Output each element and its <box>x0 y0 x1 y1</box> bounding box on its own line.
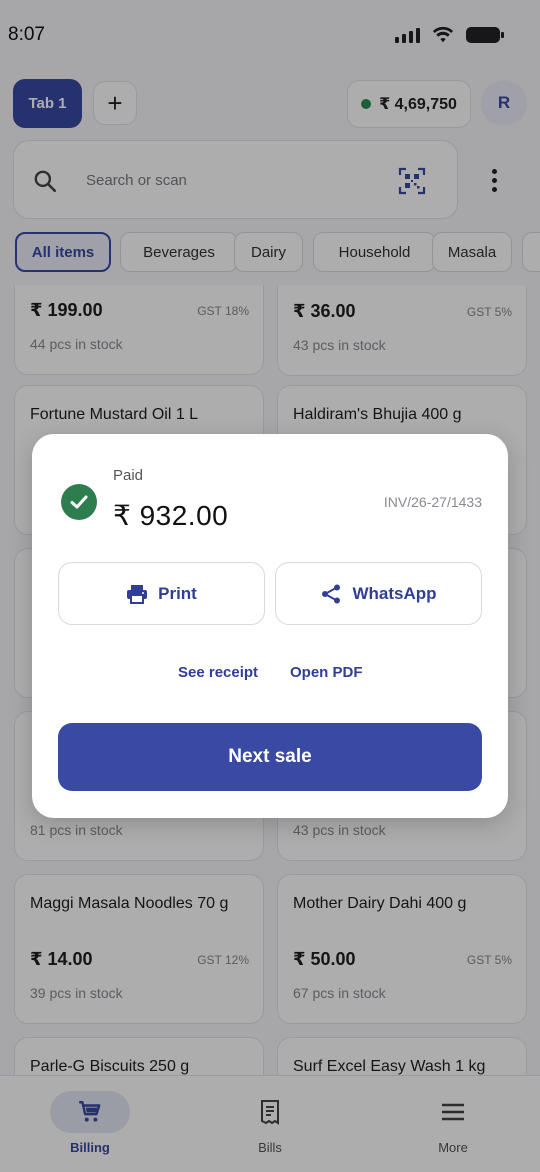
check-circle-icon <box>61 484 97 520</box>
next-sale-button[interactable]: Next sale <box>58 723 482 791</box>
print-icon <box>127 584 148 604</box>
open-pdf-link[interactable]: Open PDF <box>290 664 363 681</box>
print-label: Print <box>158 583 197 603</box>
whatsapp-share-button[interactable]: WhatsApp <box>275 562 482 625</box>
see-receipt-link[interactable]: See receipt <box>178 664 258 681</box>
invoice-number: INV/26-27/1433 <box>383 494 482 510</box>
share-icon <box>322 584 341 603</box>
print-button[interactable]: Print <box>58 562 265 625</box>
payment-success-dialog: Paid ₹ 932.00 INV/26-27/1433 Print Whats… <box>32 434 508 818</box>
whatsapp-label: WhatsApp <box>352 583 437 603</box>
payment-status: Paid <box>113 467 144 484</box>
paid-amount: ₹ 932.00 <box>113 500 229 531</box>
